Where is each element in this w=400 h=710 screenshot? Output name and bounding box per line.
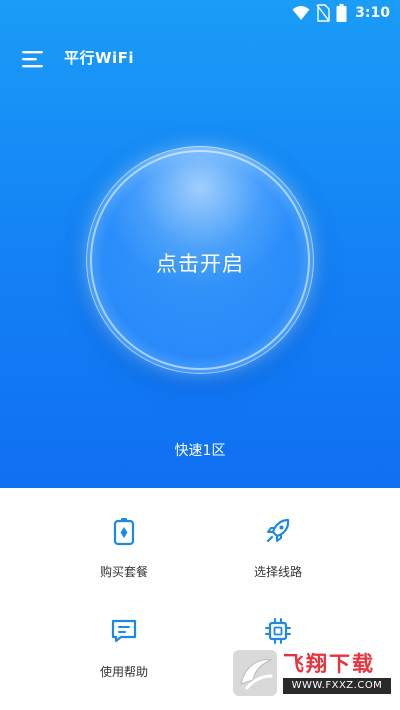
- status-time: 3:10: [355, 5, 390, 21]
- watermark-url: WWW.FXXZ.COM: [283, 678, 391, 694]
- app-screen: 3:10 平行WiFi 点击开启 快速1区 购买套餐 选择线路 使用帮助 飞翔下…: [0, 0, 400, 710]
- choose-route-button[interactable]: 选择线路: [208, 516, 348, 596]
- choose-route-label: 选择线路: [253, 565, 302, 579]
- rocket-icon: [266, 518, 290, 543]
- connect-button[interactable]: 点击开启: [86, 146, 314, 374]
- buy-package-label: 购买套餐: [99, 565, 148, 579]
- help-label: 使用帮助: [99, 665, 148, 679]
- battery-icon: [336, 4, 347, 22]
- watermark-brand: 飞翔下载: [283, 652, 375, 676]
- no-sim-icon: [316, 4, 330, 22]
- connect-button-label: 点击开启: [156, 252, 244, 276]
- status-bar: 3:10: [0, 0, 400, 28]
- chip-icon: [265, 618, 291, 644]
- status-icons: 3:10: [292, 4, 390, 22]
- battery-package-icon: [113, 518, 135, 546]
- top-bar: 平行WiFi: [0, 44, 400, 74]
- site-watermark: 飞翔下载 WWW.FXXZ.COM: [233, 646, 393, 702]
- hamburger-menu-icon[interactable]: [22, 48, 46, 70]
- watermark-logo-icon: [233, 650, 277, 696]
- chat-help-icon: [111, 619, 137, 643]
- app-title: 平行WiFi: [64, 49, 135, 67]
- server-zone-label[interactable]: 快速1区: [0, 440, 400, 460]
- buy-package-button[interactable]: 购买套餐: [54, 516, 194, 596]
- wifi-icon: [292, 6, 310, 20]
- help-button[interactable]: 使用帮助: [54, 616, 194, 696]
- header-hero: 3:10 平行WiFi 点击开启 快速1区: [0, 0, 400, 488]
